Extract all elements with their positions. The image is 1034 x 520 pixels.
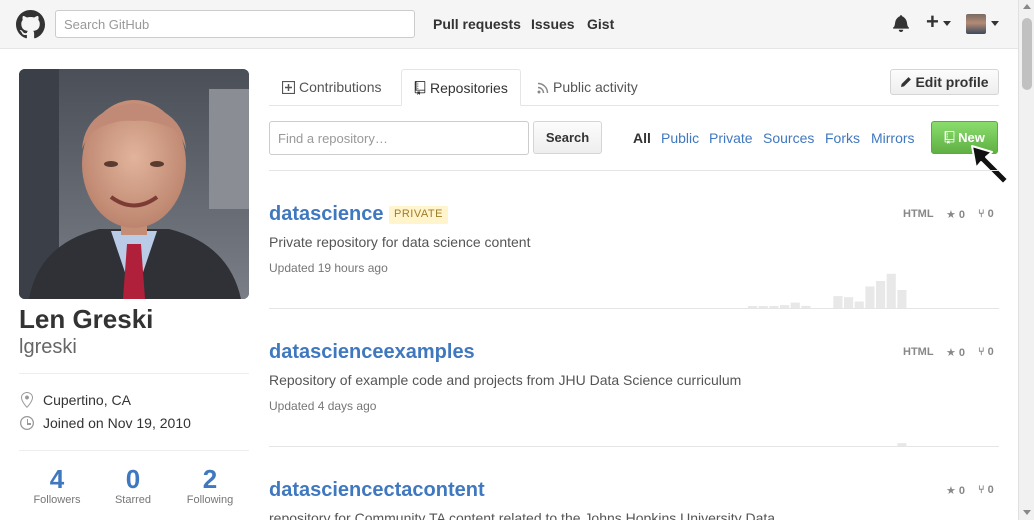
find-repository-input[interactable] (269, 121, 529, 155)
profile-divider (19, 450, 249, 451)
repo-language: HTML (903, 346, 934, 358)
following-count[interactable]: 2 (172, 464, 248, 494)
nav-gist[interactable]: Gist (587, 16, 614, 32)
repo-language: HTML (903, 208, 934, 220)
following-stat[interactable]: 2 Following (172, 464, 248, 506)
followers-count[interactable]: 4 (19, 464, 95, 494)
nav-pull-requests[interactable]: Pull requests (433, 16, 521, 32)
starred-label[interactable]: Starred (95, 494, 171, 506)
create-menu-caret-icon[interactable] (943, 21, 951, 26)
profile-fullname: Len Greski (19, 304, 154, 334)
repo-forks[interactable]: ⑂ 0 (978, 208, 994, 220)
activity-bar (865, 286, 875, 308)
repo-stars-count: 0 (958, 209, 966, 221)
repo-description: Repository of example code and projects … (269, 372, 742, 388)
repo-book-icon (414, 81, 426, 95)
repo-forks[interactable]: ⑂ 0 (978, 346, 994, 358)
repo-search-button[interactable]: Search (533, 121, 602, 154)
tab-repositories-label: Repositories (430, 80, 508, 96)
scroll-up-arrow-icon[interactable] (1023, 4, 1031, 9)
filter-private[interactable]: Private (709, 130, 753, 146)
profile-username: lgreski (19, 336, 77, 358)
profile-photo-image (19, 69, 249, 299)
filter-sources[interactable]: Sources (763, 130, 814, 146)
repo-divider (269, 308, 999, 309)
location-pin-icon (21, 392, 33, 408)
repo-name-link[interactable]: datascience (269, 203, 384, 226)
scroll-thumb[interactable] (1022, 18, 1032, 90)
repo-name-link[interactable]: datascienceexamples (269, 341, 475, 364)
repo-forks-count: 0 (987, 208, 994, 220)
page-scrollbar[interactable] (1018, 0, 1034, 520)
profile-photo (19, 69, 249, 299)
activity-bar (886, 273, 896, 308)
activity-bar (876, 281, 886, 308)
profile-divider (19, 373, 249, 374)
starred-stat[interactable]: 0 Starred (95, 464, 171, 506)
repo-stars[interactable]: ★ 0 (946, 484, 965, 497)
tab-contributions[interactable]: Contributions (270, 69, 394, 106)
filter-forks[interactable]: Forks (825, 130, 860, 146)
repo-stars[interactable]: ★ 0 (946, 346, 965, 359)
clock-icon (20, 416, 34, 430)
repo-activity-graph (748, 273, 907, 308)
repo-forks-count: 0 (987, 484, 994, 496)
user-avatar[interactable] (966, 14, 986, 34)
repo-forks[interactable]: ⑂ 0 (978, 484, 994, 496)
edit-profile-label: Edit profile (915, 74, 989, 90)
following-label[interactable]: Following (172, 494, 248, 506)
repo-forks-count: 0 (987, 346, 994, 358)
edit-profile-button[interactable]: Edit profile (890, 69, 999, 95)
repo-updated-time: Updated 19 hours ago (269, 261, 388, 275)
followers-label[interactable]: Followers (19, 494, 95, 506)
notifications-bell-icon[interactable] (893, 14, 909, 32)
private-badge: PRIVATE (389, 206, 448, 224)
repo-stars-count: 0 (958, 485, 966, 497)
tab-contributions-label: Contributions (299, 79, 382, 95)
github-logo-icon[interactable] (16, 10, 45, 39)
activity-bar (897, 290, 907, 308)
tab-public-activity-label: Public activity (553, 79, 638, 95)
activity-bar (833, 296, 843, 308)
repo-updated-time: Updated 4 days ago (269, 399, 377, 413)
repo-book-icon (944, 131, 955, 144)
github-search-input[interactable] (55, 10, 415, 38)
repo-divider (269, 446, 999, 447)
scroll-down-arrow-icon[interactable] (1023, 510, 1031, 515)
profile-joined-date: Joined on Nov 19, 2010 (43, 415, 191, 431)
rss-feed-icon (537, 82, 549, 94)
activity-bar (844, 297, 854, 308)
repo-stars[interactable]: ★ 0 (946, 208, 965, 221)
repo-description: Private repository for data science cont… (269, 234, 531, 250)
filter-divider (269, 170, 999, 171)
filter-all[interactable]: All (633, 130, 651, 146)
repo-stars-count: 0 (958, 347, 966, 359)
repo-activity-graph (897, 443, 907, 446)
plus-square-icon (282, 81, 295, 94)
pencil-icon (901, 77, 912, 87)
user-menu-caret-icon[interactable] (991, 21, 999, 26)
tab-public-activity[interactable]: Public activity (525, 69, 650, 106)
mouse-pointer-arrow-icon (971, 145, 1009, 185)
tab-repositories[interactable]: Repositories (401, 69, 521, 106)
repo-name-link[interactable]: datasciencectacontent (269, 479, 485, 502)
starred-count[interactable]: 0 (95, 464, 171, 494)
followers-stat[interactable]: 4 Followers (19, 464, 95, 506)
filter-public[interactable]: Public (661, 130, 699, 146)
filter-mirrors[interactable]: Mirrors (871, 130, 915, 146)
site-header: Pull requests Issues Gist + (0, 0, 1018, 49)
create-new-plus-icon[interactable]: + (926, 11, 939, 33)
profile-location: Cupertino, CA (43, 392, 131, 408)
nav-issues[interactable]: Issues (531, 16, 575, 32)
repo-description: repository for Community TA content rela… (269, 510, 776, 520)
